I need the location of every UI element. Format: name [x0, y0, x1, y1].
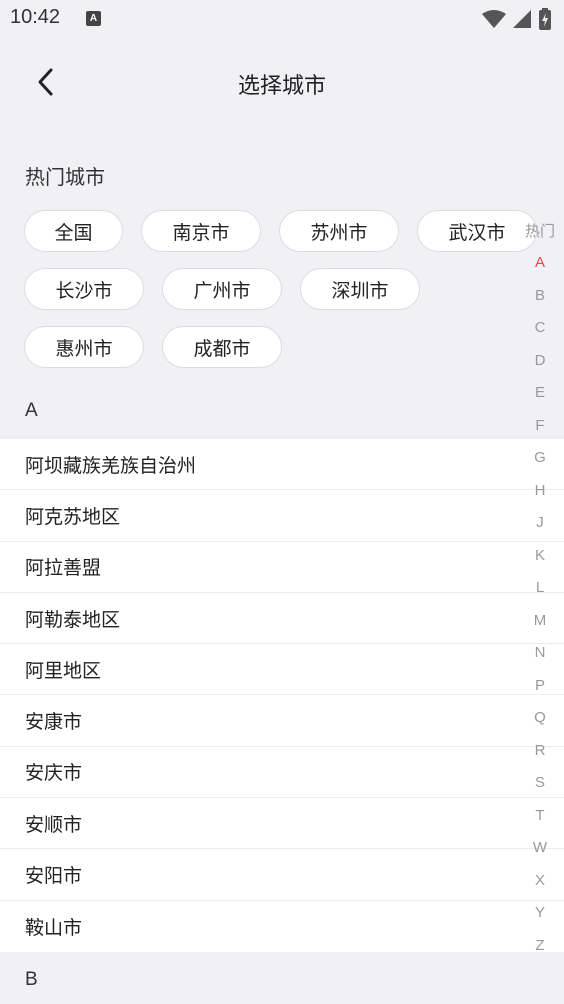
- index-item-l[interactable]: L: [520, 572, 560, 605]
- alphabet-index[interactable]: 热门 A B C D E F G H J K L M N P Q R S T W…: [520, 214, 560, 962]
- notification-icon: A: [86, 11, 101, 26]
- city-list-a: 阿坝藏族羌族自治州 阿克苏地区 阿拉善盟 阿勒泰地区 阿里地区 安康市 安庆市 …: [0, 439, 564, 952]
- index-item-w[interactable]: W: [520, 832, 560, 865]
- section-header-a: A: [25, 400, 38, 421]
- index-item-m[interactable]: M: [520, 604, 560, 637]
- city-list-item[interactable]: 安阳市: [0, 849, 564, 901]
- hot-city-chip[interactable]: 广州市: [162, 268, 282, 310]
- wifi-icon: [482, 10, 506, 28]
- index-item-c[interactable]: C: [520, 312, 560, 345]
- page-title: 选择城市: [237, 74, 326, 99]
- index-item-g[interactable]: G: [520, 442, 560, 475]
- city-list-item[interactable]: 鞍山市: [0, 901, 564, 952]
- city-list-item[interactable]: 阿拉善盟: [0, 542, 564, 593]
- hot-cities-title: 热门城市: [25, 165, 105, 189]
- city-list-item[interactable]: 阿克苏地区: [0, 490, 564, 542]
- index-item-z[interactable]: Z: [520, 929, 560, 962]
- index-item-k[interactable]: K: [520, 539, 560, 572]
- index-item-e[interactable]: E: [520, 377, 560, 410]
- index-item-a[interactable]: A: [520, 247, 560, 280]
- index-item-q[interactable]: Q: [520, 702, 560, 735]
- index-item-n[interactable]: N: [520, 637, 560, 670]
- hot-city-chip[interactable]: 成都市: [162, 326, 282, 368]
- index-item-p[interactable]: P: [520, 669, 560, 702]
- index-item-j[interactable]: J: [520, 507, 560, 540]
- city-list-item[interactable]: 阿勒泰地区: [0, 593, 564, 645]
- index-item-h[interactable]: H: [520, 474, 560, 507]
- hot-city-chip[interactable]: 深圳市: [300, 268, 420, 310]
- index-item-x[interactable]: X: [520, 864, 560, 897]
- hot-city-chip[interactable]: 苏州市: [279, 210, 399, 252]
- section-header-b: B: [25, 969, 38, 990]
- status-icons: [482, 8, 552, 30]
- city-list-item[interactable]: 安庆市: [0, 747, 564, 799]
- index-item-t[interactable]: T: [520, 799, 560, 832]
- index-item-d[interactable]: D: [520, 344, 560, 377]
- hot-city-chip[interactable]: 南京市: [141, 210, 261, 252]
- hot-city-chip[interactable]: 武汉市: [417, 210, 537, 252]
- status-time: 10:42: [10, 6, 61, 28]
- city-list-item[interactable]: 阿里地区: [0, 644, 564, 696]
- battery-icon: [539, 8, 551, 30]
- city-list-item[interactable]: 阿坝藏族羌族自治州: [0, 439, 564, 491]
- nav-bar: 选择城市: [0, 50, 564, 114]
- index-item-s[interactable]: S: [520, 767, 560, 800]
- cell-signal-icon: [513, 10, 531, 28]
- hot-city-chip[interactable]: 惠州市: [24, 326, 144, 368]
- hot-city-chip[interactable]: 全国: [24, 210, 123, 252]
- hot-city-chip[interactable]: 长沙市: [24, 268, 144, 310]
- index-item-y[interactable]: Y: [520, 897, 560, 930]
- index-item-f[interactable]: F: [520, 409, 560, 442]
- index-item-r[interactable]: R: [520, 734, 560, 767]
- city-list-item[interactable]: 安康市: [0, 695, 564, 747]
- status-bar: 10:42 A: [0, 0, 564, 38]
- index-item-hot[interactable]: 热门: [520, 214, 560, 247]
- index-item-b[interactable]: B: [520, 279, 560, 312]
- city-list-item[interactable]: 安顺市: [0, 798, 564, 850]
